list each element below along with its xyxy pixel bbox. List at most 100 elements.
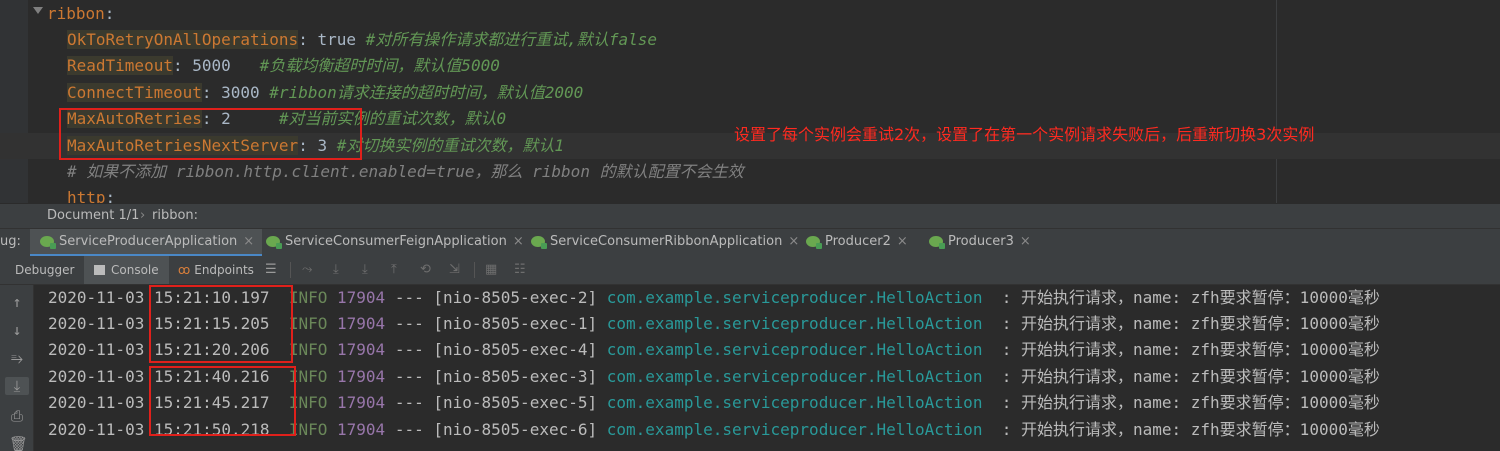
tab-endpoints-label: Endpoints (194, 263, 254, 277)
tab-label: Producer2 (825, 234, 891, 249)
annotation-text: 设置了每个实例会重试2次，设置了在第一个实例请求失败后，后重新切换3次实例 (734, 125, 1315, 144)
yaml-comment: #对所有操作请求都进行重试,默认false (365, 30, 658, 49)
log-dash: --- (394, 393, 424, 412)
step-over-icon[interactable]: ⤓ (333, 263, 339, 277)
toolbar-separator (290, 262, 291, 278)
log-thread: [nio-8505-exec-6] (433, 420, 598, 439)
code-line: # 如果不添加 ribbon.http.client.enabled=true，… (67, 159, 744, 185)
tab-label: ServiceConsumerFeignApplication (285, 234, 507, 249)
fold-arrow-icon[interactable] (33, 7, 43, 14)
tab-service-producer-application[interactable]: ServiceProducerApplication × (30, 229, 263, 256)
debug-run-tabs: ug: ServiceProducerApplication × ServiceC… (0, 228, 1500, 257)
log-pid: 17904 (337, 314, 386, 333)
tab-label: Producer3 (948, 234, 1014, 249)
yaml-value: : true (298, 30, 366, 49)
log-message: : 开始执行请求，name: zfh要求暂停：10000毫秒 (1001, 420, 1380, 439)
tab-console-label: Console (111, 263, 159, 277)
close-icon[interactable]: × (1020, 234, 1031, 249)
yaml-comment: #负载均衡超时时间，默认值5000 (259, 56, 500, 75)
spring-boot-icon (266, 236, 282, 249)
tab-label: ServiceConsumerRibbonApplication (550, 234, 783, 249)
log-pid: 17904 (337, 393, 386, 412)
log-logger[interactable]: com.example.serviceproducer.HelloAction (607, 420, 983, 439)
close-icon[interactable]: × (513, 234, 524, 249)
tab-debugger[interactable]: Debugger (15, 256, 74, 284)
run-to-cursor-icon[interactable]: ⇲ (449, 263, 460, 277)
debug-toolbar: Debugger Console ꝏ Endpoints ☰ ⤳ ⤓ ⤓ ⤒ ⟲ … (0, 256, 1500, 285)
tab-producer3[interactable]: Producer3 × (929, 229, 1031, 256)
log-message: : 开始执行请求，name: zfh要求暂停：10000毫秒 (1001, 367, 1380, 386)
highlight-box-first-instance (149, 285, 293, 363)
yaml-comment: # 如果不添加 ribbon.http.client.enabled=true，… (67, 162, 744, 181)
arrow-down-icon[interactable]: ↓ (9, 321, 25, 339)
log-level: INFO (288, 340, 328, 359)
tab-console[interactable]: Console (84, 256, 169, 284)
yaml-value: : (105, 188, 116, 203)
log-dash: --- (394, 288, 424, 307)
breadcrumb-document[interactable]: Document 1/1 (47, 204, 139, 227)
log-level: INFO (288, 288, 328, 307)
log-thread: [nio-8505-exec-1] (433, 314, 598, 333)
code-line: ReadTimeout: 5000 #负载均衡超时时间，默认值5000 (67, 53, 500, 79)
breadcrumb-path[interactable]: ribbon: (152, 204, 198, 227)
breadcrumb-separator: › (140, 208, 146, 223)
log-date: 2020-11-03 (48, 340, 145, 359)
log-logger[interactable]: com.example.serviceproducer.HelloAction (607, 393, 983, 412)
yaml-key: ReadTimeout (67, 56, 173, 75)
arrow-up-icon[interactable]: ↑ (9, 293, 25, 311)
log-message: : 开始执行请求，name: zfh要求暂停：10000毫秒 (1001, 340, 1380, 359)
code-line: ConnectTimeout: 3000 #ribbon请求连接的超时时间，默认… (67, 80, 583, 106)
close-icon[interactable]: × (788, 234, 799, 249)
log-message: : 开始执行请求，name: zfh要求暂停：10000毫秒 (1001, 393, 1380, 412)
trace-icon[interactable]: ☷ (514, 263, 526, 277)
editor-gutter (0, 0, 28, 203)
step-out-icon[interactable]: ⤒ (391, 263, 397, 277)
log-logger[interactable]: com.example.serviceproducer.HelloAction (607, 367, 983, 386)
drop-frame-icon[interactable]: ⟲ (420, 263, 431, 277)
tab-service-consumer-feign-application[interactable]: ServiceConsumerFeignApplication × (266, 229, 524, 256)
tab-producer2[interactable]: Producer2 × (806, 229, 908, 256)
trash-icon[interactable]: 🗑 (9, 435, 28, 451)
log-logger[interactable]: com.example.serviceproducer.HelloAction (607, 314, 983, 333)
spring-boot-icon (929, 236, 945, 249)
log-date: 2020-11-03 (48, 393, 145, 412)
console-sidebar: ↑ ↓ ⥱ ⤓ ⎙ 🗑 (0, 285, 34, 451)
code-line: ribbon: (47, 1, 114, 27)
log-message: : 开始执行请求，name: zfh要求暂停：10000毫秒 (1001, 314, 1380, 333)
soft-wrap-icon[interactable]: ⥱ (9, 349, 25, 367)
spring-boot-icon (806, 236, 822, 249)
yaml-key: ConnectTimeout (67, 83, 202, 102)
console-output[interactable]: ↑ ↓ ⥱ ⤓ ⎙ 🗑 2020-11-03 15:21:10.197 INFO… (0, 285, 1500, 451)
yaml-key: ribbon (47, 4, 105, 23)
yaml-comment: #对切换实例的重试次数，默认1 (336, 136, 564, 155)
tab-service-consumer-ribbon-application[interactable]: ServiceConsumerRibbonApplication × (531, 229, 799, 256)
log-thread: [nio-8505-exec-4] (433, 340, 598, 359)
step-into-icon[interactable]: ⤓ (362, 263, 368, 277)
log-date: 2020-11-03 (48, 314, 145, 333)
yaml-key: http (67, 188, 106, 203)
log-thread: [nio-8505-exec-5] (433, 393, 598, 412)
highlight-box-second-instance (149, 366, 296, 436)
code-editor[interactable]: ribbon: OkToRetryOnAllOperations: true #… (0, 0, 1500, 203)
close-icon[interactable]: × (897, 234, 908, 249)
evaluate-expression-icon[interactable]: ▦ (485, 263, 497, 277)
scroll-to-end-icon[interactable]: ⤓ (5, 377, 29, 395)
code-line: OkToRetryOnAllOperations: true #对所有操作请求都… (67, 27, 657, 53)
log-logger[interactable]: com.example.serviceproducer.HelloAction (607, 340, 983, 359)
debug-tabs-prefix: ug: (0, 234, 21, 249)
yaml-comment: #ribbon请求连接的超时时间，默认值2000 (269, 83, 584, 102)
code-line: http: (67, 185, 115, 203)
log-pid: 17904 (337, 420, 386, 439)
print-icon[interactable]: ⎙ (9, 407, 25, 425)
log-logger[interactable]: com.example.serviceproducer.HelloAction (607, 288, 983, 307)
log-dash: --- (394, 314, 424, 333)
log-message: : 开始执行请求，name: zfh要求暂停：10000毫秒 (1001, 288, 1380, 307)
show-execution-point-icon[interactable]: ⤳ (302, 263, 312, 277)
tab-label: ServiceProducerApplication (59, 234, 238, 249)
tab-endpoints[interactable]: ꝏ Endpoints (178, 256, 254, 284)
hamburger-icon[interactable]: ☰ (265, 263, 277, 277)
endpoints-icon: ꝏ (178, 263, 191, 277)
log-pid: 17904 (337, 288, 386, 307)
log-dash: --- (394, 367, 424, 386)
close-icon[interactable]: × (243, 234, 254, 249)
